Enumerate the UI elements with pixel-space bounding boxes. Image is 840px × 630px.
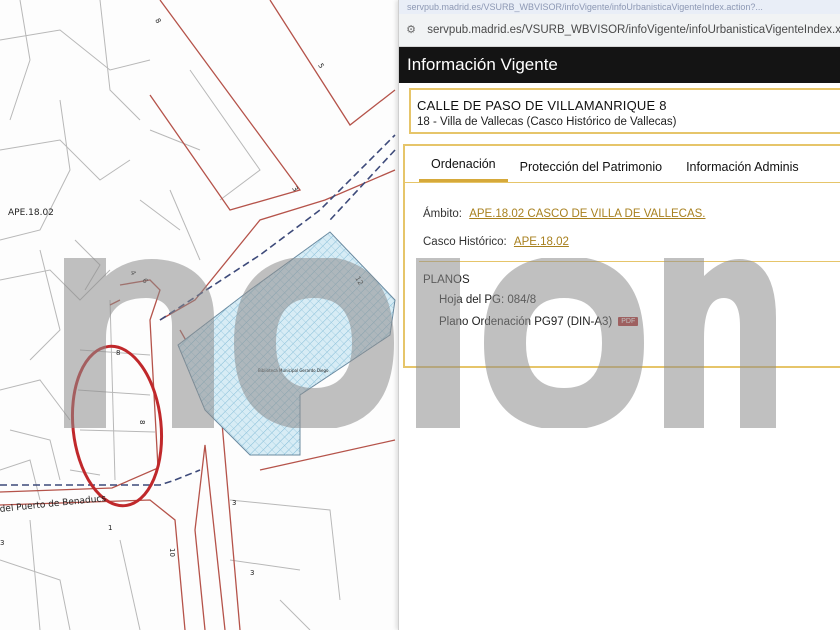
zone-label: APE.18.02 xyxy=(8,208,54,218)
address-street: CALLE DE PASO DE VILLAMANRIQUE 8 xyxy=(417,98,667,113)
tab-divider xyxy=(405,182,840,183)
address-bar[interactable]: ⚙ servpub.madrid.es/VSURB_WBVISOR/infoVi… xyxy=(399,14,840,47)
ambito-row: Ámbito: APE.18.02 CASCO DE VILLA DE VALL… xyxy=(423,208,706,220)
planos-title: PLANOS xyxy=(423,274,470,286)
section-divider xyxy=(419,261,840,262)
ambito-link[interactable]: APE.18.02 CASCO DE VILLA DE VALLECAS. xyxy=(469,208,705,220)
parcel-number: 3 xyxy=(0,539,4,547)
plano-link[interactable]: Plano Ordenación PG97 (DIN-A3) xyxy=(439,316,612,328)
parcel-number: 8 xyxy=(116,349,120,357)
building-label: Biblioteca Municipal Gerardo Diego xyxy=(258,368,329,373)
casco-label: Casco Histórico: xyxy=(423,236,507,248)
tab-proteccion-patrimonio[interactable]: Protección del Patrimonio xyxy=(508,160,674,182)
hoja-item: Hoja del PG: 084/8 xyxy=(439,294,537,306)
cadastral-map[interactable]: APE.18.02 del Puerto de Benaducs Bibliot… xyxy=(0,0,400,630)
parcel-number: 3 xyxy=(232,499,236,507)
casco-link[interactable]: APE.18.02 xyxy=(514,236,569,248)
casco-row: Casco Histórico: APE.18.02 xyxy=(423,236,569,248)
window-titlebar[interactable]: servpub.madrid.es/VSURB_WBVISOR/infoVige… xyxy=(399,0,840,14)
browser-popup-window: servpub.madrid.es/VSURB_WBVISOR/infoVige… xyxy=(398,0,840,630)
parcel-number: 1 xyxy=(108,524,112,532)
page-header: Información Vigente xyxy=(399,47,840,83)
parcel-number: 3 xyxy=(250,569,254,577)
ambito-label: Ámbito: xyxy=(423,208,462,220)
info-panel: Ordenación Protección del Patrimonio Inf… xyxy=(403,144,840,368)
parcel-number: 10 xyxy=(168,548,176,557)
site-settings-icon[interactable]: ⚙ xyxy=(405,23,417,37)
pdf-icon[interactable]: PDF xyxy=(618,317,639,326)
address-district: 18 - Villa de Vallecas (Casco Histórico … xyxy=(417,116,677,128)
tab-ordenacion[interactable]: Ordenación xyxy=(419,157,508,182)
address-box: CALLE DE PASO DE VILLAMANRIQUE 8 18 - Vi… xyxy=(409,88,840,134)
url-text[interactable]: servpub.madrid.es/VSURB_WBVISOR/infoVige… xyxy=(427,24,840,36)
tab-bar: Ordenación Protección del Patrimonio Inf… xyxy=(405,146,840,182)
plano-item[interactable]: Plano Ordenación PG97 (DIN-A3) PDF xyxy=(439,316,639,328)
parcel-number: 8 xyxy=(138,420,146,424)
tab-informacion-administrativa[interactable]: Información Adminis xyxy=(674,160,811,182)
